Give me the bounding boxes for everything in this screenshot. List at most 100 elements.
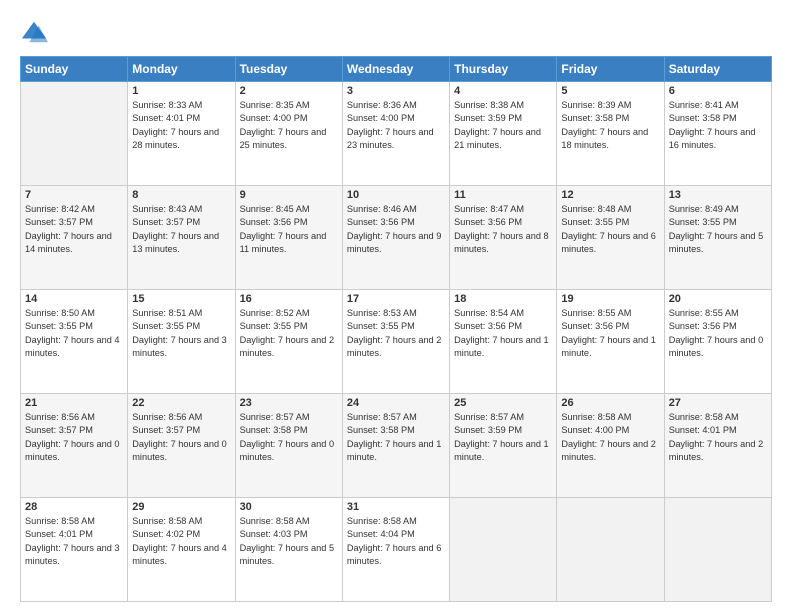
day-info: Sunrise: 8:58 AMSunset: 4:01 PMDaylight:… — [669, 411, 767, 464]
day-number: 10 — [347, 189, 445, 201]
day-info: Sunrise: 8:33 AMSunset: 4:01 PMDaylight:… — [132, 99, 230, 152]
week-row-5: 28 Sunrise: 8:58 AMSunset: 4:01 PMDayligh… — [21, 498, 772, 602]
day-cell: 27 Sunrise: 8:58 AMSunset: 4:01 PMDayligh… — [664, 394, 771, 498]
day-number: 22 — [132, 397, 230, 409]
week-row-2: 7 Sunrise: 8:42 AMSunset: 3:57 PMDaylight… — [21, 186, 772, 290]
day-number: 12 — [561, 189, 659, 201]
day-cell: 6Sunrise: 8:41 AMSunset: 3:58 PMDaylight… — [664, 82, 771, 186]
day-cell: 18 Sunrise: 8:54 AMSunset: 3:56 PMDayligh… — [450, 290, 557, 394]
day-info: Sunrise: 8:56 AMSunset: 3:57 PMDaylight:… — [25, 411, 123, 464]
day-info: Sunrise: 8:55 AMSunset: 3:56 PMDaylight:… — [561, 307, 659, 360]
day-cell: 3 Sunrise: 8:36 AMSunset: 4:00 PMDaylight… — [342, 82, 449, 186]
day-number: 19 — [561, 293, 659, 305]
day-number: 25 — [454, 397, 552, 409]
day-number: 31 — [347, 501, 445, 513]
col-sunday: Sunday — [21, 57, 128, 82]
day-info: Sunrise: 8:38 AMSunset: 3:59 PMDaylight:… — [454, 99, 552, 152]
day-info: Sunrise: 8:42 AMSunset: 3:57 PMDaylight:… — [25, 203, 123, 256]
day-cell — [450, 498, 557, 602]
day-info: Sunrise: 8:39 AMSunset: 3:58 PMDaylight:… — [561, 99, 659, 152]
day-cell: 16 Sunrise: 8:52 AMSunset: 3:55 PMDayligh… — [235, 290, 342, 394]
day-cell — [664, 498, 771, 602]
day-info: Sunrise: 8:35 AMSunset: 4:00 PMDaylight:… — [240, 99, 338, 152]
col-friday: Friday — [557, 57, 664, 82]
day-cell: 21 Sunrise: 8:56 AMSunset: 3:57 PMDayligh… — [21, 394, 128, 498]
day-number: 9 — [240, 189, 338, 201]
day-number: 4 — [454, 85, 552, 97]
day-cell: 29 Sunrise: 8:58 AMSunset: 4:02 PMDayligh… — [128, 498, 235, 602]
day-number: 16 — [240, 293, 338, 305]
day-cell: 26Sunrise: 8:58 AMSunset: 4:00 PMDayligh… — [557, 394, 664, 498]
day-number: 15 — [132, 293, 230, 305]
col-wednesday: Wednesday — [342, 57, 449, 82]
col-tuesday: Tuesday — [235, 57, 342, 82]
day-cell: 2 Sunrise: 8:35 AMSunset: 4:00 PMDaylight… — [235, 82, 342, 186]
day-number: 14 — [25, 293, 123, 305]
calendar-body: 1 Sunrise: 8:33 AMSunset: 4:01 PMDaylight… — [21, 82, 772, 602]
day-info: Sunrise: 8:50 AMSunset: 3:55 PMDaylight:… — [25, 307, 123, 360]
day-number: 20 — [669, 293, 767, 305]
col-monday: Monday — [128, 57, 235, 82]
logo-icon — [20, 18, 48, 46]
calendar-header: Sunday Monday Tuesday Wednesday Thursday… — [21, 57, 772, 82]
day-cell: 23 Sunrise: 8:57 AMSunset: 3:58 PMDayligh… — [235, 394, 342, 498]
calendar-table: Sunday Monday Tuesday Wednesday Thursday… — [20, 56, 772, 602]
day-cell: 11 Sunrise: 8:47 AMSunset: 3:56 PMDayligh… — [450, 186, 557, 290]
day-info: Sunrise: 8:41 AMSunset: 3:58 PMDaylight:… — [669, 99, 767, 152]
day-cell — [21, 82, 128, 186]
day-number: 13 — [669, 189, 767, 201]
day-cell: 22 Sunrise: 8:56 AMSunset: 3:57 PMDayligh… — [128, 394, 235, 498]
day-number: 11 — [454, 189, 552, 201]
day-info: Sunrise: 8:54 AMSunset: 3:56 PMDaylight:… — [454, 307, 552, 360]
day-info: Sunrise: 8:52 AMSunset: 3:55 PMDaylight:… — [240, 307, 338, 360]
day-info: Sunrise: 8:57 AMSunset: 3:58 PMDaylight:… — [240, 411, 338, 464]
day-cell: 14 Sunrise: 8:50 AMSunset: 3:55 PMDayligh… — [21, 290, 128, 394]
day-number: 18 — [454, 293, 552, 305]
header — [20, 18, 772, 46]
day-info: Sunrise: 8:57 AMSunset: 3:59 PMDaylight:… — [454, 411, 552, 464]
day-info: Sunrise: 8:55 AMSunset: 3:56 PMDaylight:… — [669, 307, 767, 360]
day-cell: 25 Sunrise: 8:57 AMSunset: 3:59 PMDayligh… — [450, 394, 557, 498]
day-number: 3 — [347, 85, 445, 97]
day-cell — [557, 498, 664, 602]
day-number: 8 — [132, 189, 230, 201]
day-info: Sunrise: 8:49 AMSunset: 3:55 PMDaylight:… — [669, 203, 767, 256]
day-info: Sunrise: 8:58 AMSunset: 4:02 PMDaylight:… — [132, 515, 230, 568]
week-row-1: 1 Sunrise: 8:33 AMSunset: 4:01 PMDaylight… — [21, 82, 772, 186]
day-number: 28 — [25, 501, 123, 513]
day-cell: 13 Sunrise: 8:49 AMSunset: 3:55 PMDayligh… — [664, 186, 771, 290]
day-number: 27 — [669, 397, 767, 409]
day-cell: 30Sunrise: 8:58 AMSunset: 4:03 PMDayligh… — [235, 498, 342, 602]
day-info: Sunrise: 8:46 AMSunset: 3:56 PMDaylight:… — [347, 203, 445, 256]
day-number: 23 — [240, 397, 338, 409]
page: Sunday Monday Tuesday Wednesday Thursday… — [0, 0, 792, 612]
day-cell: 4 Sunrise: 8:38 AMSunset: 3:59 PMDaylight… — [450, 82, 557, 186]
day-info: Sunrise: 8:51 AMSunset: 3:55 PMDaylight:… — [132, 307, 230, 360]
day-number: 30 — [240, 501, 338, 513]
week-row-3: 14 Sunrise: 8:50 AMSunset: 3:55 PMDayligh… — [21, 290, 772, 394]
day-cell: 5 Sunrise: 8:39 AMSunset: 3:58 PMDaylight… — [557, 82, 664, 186]
day-number: 2 — [240, 85, 338, 97]
day-number: 17 — [347, 293, 445, 305]
day-info: Sunrise: 8:47 AMSunset: 3:56 PMDaylight:… — [454, 203, 552, 256]
day-number: 7 — [25, 189, 123, 201]
day-cell: 17Sunrise: 8:53 AMSunset: 3:55 PMDayligh… — [342, 290, 449, 394]
week-row-4: 21 Sunrise: 8:56 AMSunset: 3:57 PMDayligh… — [21, 394, 772, 498]
col-thursday: Thursday — [450, 57, 557, 82]
day-cell: 20 Sunrise: 8:55 AMSunset: 3:56 PMDayligh… — [664, 290, 771, 394]
day-info: Sunrise: 8:58 AMSunset: 4:00 PMDaylight:… — [561, 411, 659, 464]
day-cell: 1 Sunrise: 8:33 AMSunset: 4:01 PMDaylight… — [128, 82, 235, 186]
day-number: 21 — [25, 397, 123, 409]
day-cell: 9 Sunrise: 8:45 AMSunset: 3:56 PMDaylight… — [235, 186, 342, 290]
day-info: Sunrise: 8:36 AMSunset: 4:00 PMDaylight:… — [347, 99, 445, 152]
day-info: Sunrise: 8:57 AMSunset: 3:58 PMDaylight:… — [347, 411, 445, 464]
day-cell: 28 Sunrise: 8:58 AMSunset: 4:01 PMDayligh… — [21, 498, 128, 602]
day-info: Sunrise: 8:58 AMSunset: 4:01 PMDaylight:… — [25, 515, 123, 568]
day-number: 29 — [132, 501, 230, 513]
day-number: 1 — [132, 85, 230, 97]
day-info: Sunrise: 8:45 AMSunset: 3:56 PMDaylight:… — [240, 203, 338, 256]
logo — [20, 18, 52, 46]
day-info: Sunrise: 8:56 AMSunset: 3:57 PMDaylight:… — [132, 411, 230, 464]
day-cell: 10 Sunrise: 8:46 AMSunset: 3:56 PMDayligh… — [342, 186, 449, 290]
day-number: 5 — [561, 85, 659, 97]
